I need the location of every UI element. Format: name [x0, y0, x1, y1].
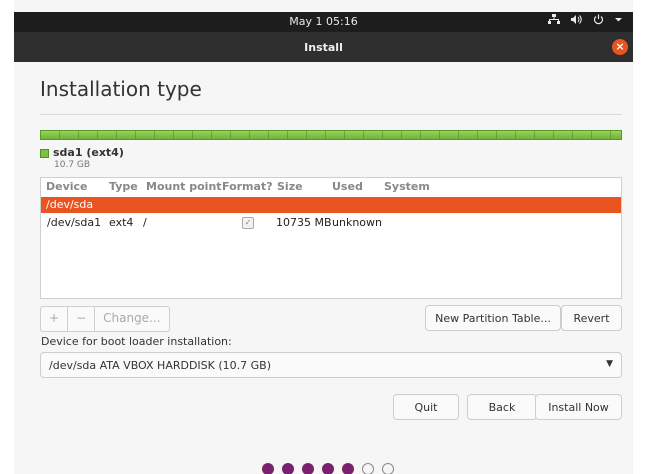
revert-button[interactable]: Revert [561, 305, 622, 331]
new-partition-table-button[interactable]: New Partition Table... [425, 305, 561, 331]
format-checkbox[interactable]: ✓ [242, 217, 254, 229]
column-header-system[interactable]: System [384, 180, 430, 193]
partition-bar [40, 130, 622, 140]
boot-loader-value: /dev/sda ATA VBOX HARDDISK (10.7 GB) [49, 359, 272, 372]
column-header-type[interactable]: Type [109, 180, 138, 193]
progress-dot [262, 463, 274, 474]
divider [40, 114, 622, 115]
clock[interactable]: May 1 05:16 [14, 15, 633, 28]
partition-toolbar: + − Change... [40, 306, 170, 332]
column-header-mount-point[interactable]: Mount point [146, 180, 222, 193]
progress-dot [282, 463, 294, 474]
progress-dot [382, 463, 394, 474]
progress-dot [342, 463, 354, 474]
change-partition-button[interactable]: Change... [95, 307, 168, 331]
add-partition-button[interactable]: + [41, 307, 69, 331]
device-cell: /dev/sda [46, 198, 94, 211]
network-icon[interactable] [548, 14, 560, 28]
screen: May 1 05:16 Install × Installation type … [14, 0, 633, 474]
progress-dot [322, 463, 334, 474]
partition-legend-swatch [40, 149, 49, 158]
column-header-device[interactable]: Device [46, 180, 88, 193]
partition-table[interactable]: Device Type Mount point Format? Size Use… [40, 177, 622, 299]
size-cell: 10735 MB [276, 216, 332, 229]
progress-dot [362, 463, 374, 474]
partition-legend-size: 10.7 GB [54, 160, 91, 170]
install-now-button[interactable]: Install Now [535, 394, 622, 420]
mount-point-cell: / [143, 216, 147, 229]
dropdown-arrow-icon: ▼ [606, 359, 613, 369]
progress-dots [262, 463, 394, 474]
chevron-down-icon[interactable] [614, 14, 623, 28]
window-title: Install [304, 41, 343, 54]
back-button[interactable]: Back [467, 394, 537, 420]
quit-button[interactable]: Quit [393, 394, 459, 420]
top-bar: May 1 05:16 [14, 12, 633, 32]
table-row-selected[interactable]: /dev/sda [41, 197, 621, 213]
close-button[interactable]: × [612, 39, 628, 55]
remove-partition-button[interactable]: − [68, 307, 96, 331]
window-title-bar: Install × [14, 32, 633, 62]
system-tray[interactable] [548, 14, 623, 28]
boot-loader-select[interactable]: /dev/sda ATA VBOX HARDDISK (10.7 GB) ▼ [40, 352, 622, 378]
used-cell: unknown [332, 216, 382, 229]
column-header-format[interactable]: Format? [222, 180, 273, 193]
column-header-used[interactable]: Used [332, 180, 363, 193]
boot-loader-label: Device for boot loader installation: [41, 335, 232, 348]
progress-dot [302, 463, 314, 474]
type-cell: ext4 [109, 216, 134, 229]
column-header-size[interactable]: Size [277, 180, 303, 193]
volume-icon[interactable] [570, 14, 583, 28]
partition-legend-label: sda1 (ext4) [53, 146, 124, 159]
page-title: Installation type [40, 77, 202, 101]
device-cell[interactable]: /dev/sda1 [47, 216, 101, 229]
power-icon[interactable] [593, 14, 604, 28]
